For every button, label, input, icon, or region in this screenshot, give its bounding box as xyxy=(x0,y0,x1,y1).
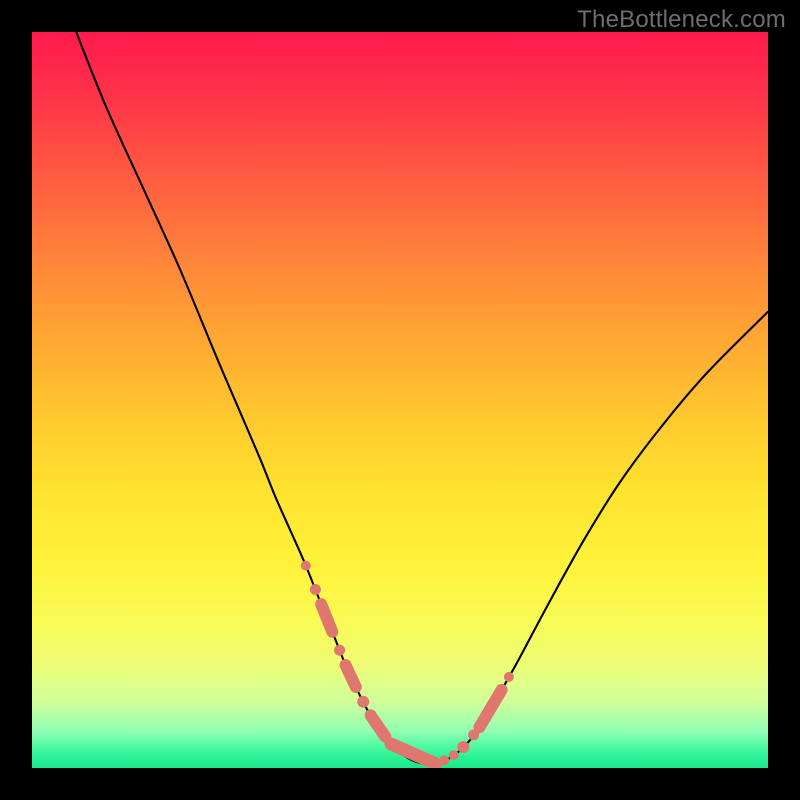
marker-dot xyxy=(334,645,345,656)
curve-layer xyxy=(32,32,768,768)
marker-pill xyxy=(391,744,435,764)
data-markers xyxy=(301,561,514,766)
chart-frame: TheBottleneck.com xyxy=(0,0,800,800)
marker-pill xyxy=(480,690,502,727)
marker-dot xyxy=(457,741,469,753)
marker-pill xyxy=(321,604,332,632)
watermark-text: TheBottleneck.com xyxy=(577,6,786,34)
marker-pill xyxy=(346,665,356,687)
plot-area xyxy=(32,32,768,768)
marker-dot xyxy=(449,750,459,760)
marker-pill xyxy=(371,715,386,736)
bottleneck-curve xyxy=(76,32,768,764)
marker-dot xyxy=(439,755,449,765)
marker-dot xyxy=(357,696,369,708)
marker-dot xyxy=(504,672,514,682)
marker-dot xyxy=(301,561,311,571)
marker-dot xyxy=(310,584,321,595)
